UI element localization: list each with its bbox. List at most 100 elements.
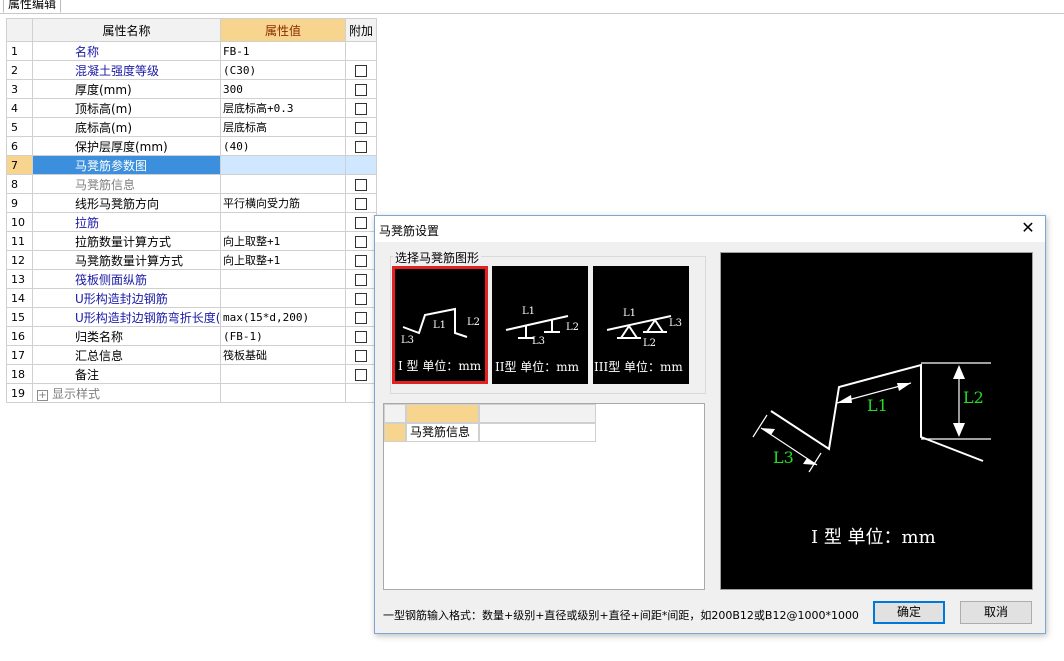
ok-button[interactable]: 确定 (873, 601, 945, 624)
shape-option-type-2[interactable]: L1 L2 L3 II型 单位：mm (492, 266, 588, 384)
property-name-cell[interactable]: U形构造封边钢筋 (32, 288, 221, 308)
property-name-cell[interactable]: 名称 (32, 41, 221, 61)
property-value[interactable]: (40) (220, 136, 346, 156)
extra-checkbox[interactable] (355, 102, 367, 115)
extra-checkbox[interactable] (355, 292, 367, 305)
property-name-cell[interactable]: U形构造封边钢筋弯折长度(mm) (32, 307, 221, 327)
shape-option-type-3[interactable]: L1 L2 L3 III型 单位：mm (593, 266, 689, 384)
grid-row[interactable]: 16 归类名称 (FB-1) (6, 326, 377, 346)
property-value[interactable]: 向上取整+1 (220, 231, 346, 251)
property-value[interactable] (220, 364, 346, 384)
row-number: 7 (6, 155, 33, 175)
property-value[interactable]: max(15*d,200) (220, 307, 346, 327)
header-property-name[interactable]: 属性名称 (32, 18, 221, 42)
extra-checkbox[interactable] (355, 254, 367, 267)
property-name-cell[interactable]: 汇总信息 (32, 345, 221, 365)
grid-row[interactable]: 12 马凳筋数量计算方式 向上取整+1 (6, 250, 377, 270)
extra-checkbox[interactable] (355, 64, 367, 77)
property-name: 底标高(m) (75, 120, 133, 135)
extra-checkbox[interactable] (355, 140, 367, 153)
grid-row[interactable]: 14 U形构造封边钢筋 (6, 288, 377, 308)
extra-checkbox[interactable] (355, 197, 367, 210)
property-name-cell[interactable]: 备注 (32, 364, 221, 384)
extra-checkbox[interactable] (355, 311, 367, 324)
extra-checkbox[interactable] (355, 121, 367, 134)
grid-row[interactable]: 7 马凳筋参数图 (6, 155, 377, 175)
close-icon[interactable]: ✕ (1019, 219, 1037, 237)
property-name-cell[interactable]: 拉筋 (32, 212, 221, 232)
header-property-value[interactable]: 属性值 (220, 18, 346, 42)
extra-checkbox[interactable] (355, 368, 367, 381)
sub-row-index[interactable] (384, 423, 406, 442)
property-name-cell[interactable]: 归类名称 (32, 326, 221, 346)
row-number: 14 (6, 288, 33, 308)
property-value[interactable] (220, 383, 346, 403)
grid-row[interactable]: 10 拉筋 (6, 212, 377, 232)
property-name-cell[interactable]: 保护层厚度(mm) (32, 136, 221, 156)
extra-checkbox[interactable] (355, 349, 367, 362)
shape-group-label: 选择马凳筋图形 (393, 249, 482, 266)
grid-row[interactable]: 11 拉筋数量计算方式 向上取整+1 (6, 231, 377, 251)
sub-header-col1[interactable] (406, 404, 479, 423)
property-name-cell[interactable]: 底标高(m) (32, 117, 221, 137)
grid-row[interactable]: 18 备注 (6, 364, 377, 384)
expand-plus-icon[interactable]: + (37, 389, 48, 401)
property-name-cell[interactable]: 马凳筋数量计算方式 (32, 250, 221, 270)
grid-row[interactable]: 15 U形构造封边钢筋弯折长度(mm)max(15*d,200) (6, 307, 377, 327)
property-value[interactable]: (C30) (220, 60, 346, 80)
sub-header-col2[interactable] (479, 404, 596, 423)
property-name-cell[interactable]: 混凝土强度等级 (32, 60, 221, 80)
property-value[interactable] (220, 288, 346, 308)
property-name-cell[interactable]: 筏板侧面纵筋 (32, 269, 221, 289)
grid-row[interactable]: 3 厚度(mm) 300 (6, 79, 377, 99)
sub-row-value[interactable] (479, 423, 596, 442)
property-name-cell[interactable]: 马凳筋参数图 (32, 155, 221, 175)
tab-property-edit[interactable]: 属性编辑 (3, 0, 62, 13)
property-value[interactable]: 层底标高+0.3 (220, 98, 346, 118)
shape-option-type-1[interactable]: L1 L2 L3 I 型 单位：mm (392, 266, 488, 384)
row-number: 10 (6, 212, 33, 232)
property-value[interactable]: 筏板基础 (220, 345, 346, 365)
extra-checkbox[interactable] (355, 178, 367, 191)
property-name-cell[interactable]: 厚度(mm) (32, 79, 221, 99)
property-name-cell[interactable]: 线形马凳筋方向 (32, 193, 221, 213)
shape2-l3: L3 (532, 336, 545, 347)
app-window: 属性编辑 属性名称 属性值 附加 1 名称 FB-1 2 混凝土强度等级 (C30) 3 厚度… (0, 0, 1064, 661)
property-value[interactable] (220, 155, 346, 175)
property-value[interactable] (220, 174, 346, 194)
property-value[interactable]: 300 (220, 79, 346, 99)
property-value[interactable]: 平行横向受力筋 (220, 193, 346, 213)
grid-row[interactable]: 4 顶标高(m) 层底标高+0.3 (6, 98, 377, 118)
grid-row[interactable]: 2 混凝土强度等级 (C30) (6, 60, 377, 80)
property-name: 筏板侧面纵筋 (75, 272, 148, 287)
property-value[interactable]: 层底标高 (220, 117, 346, 137)
property-value[interactable]: FB-1 (220, 41, 346, 61)
extra-cell (345, 231, 377, 251)
grid-row[interactable]: 1 名称 FB-1 (6, 41, 377, 61)
property-value[interactable] (220, 212, 346, 232)
property-name: 厚度(mm) (75, 82, 132, 97)
grid-row[interactable]: 6 保护层厚度(mm) (40) (6, 136, 377, 156)
grid-row[interactable]: 13 筏板侧面纵筋 (6, 269, 377, 289)
extra-checkbox[interactable] (355, 273, 367, 286)
grid-row[interactable]: 17 汇总信息 筏板基础 (6, 345, 377, 365)
property-value[interactable] (220, 269, 346, 289)
extra-checkbox[interactable] (355, 216, 367, 229)
grid-row[interactable]: 19 + 显示样式 (6, 383, 377, 403)
property-value[interactable]: 向上取整+1 (220, 250, 346, 270)
grid-row[interactable]: 9 线形马凳筋方向 平行横向受力筋 (6, 193, 377, 213)
property-value[interactable]: (FB-1) (220, 326, 346, 346)
shape3-l3: L3 (669, 318, 682, 329)
grid-row[interactable]: 8 马凳筋信息 (6, 174, 377, 194)
property-name-cell[interactable]: + 显示样式 (32, 383, 221, 403)
property-name-cell[interactable]: 拉筋数量计算方式 (32, 231, 221, 251)
cancel-button[interactable]: 取消 (960, 601, 1032, 624)
property-name-cell[interactable]: 马凳筋信息 (32, 174, 221, 194)
extra-cell (345, 174, 377, 194)
grid-row[interactable]: 5 底标高(m) 层底标高 (6, 117, 377, 137)
property-name-cell[interactable]: 顶标高(m) (32, 98, 221, 118)
extra-checkbox[interactable] (355, 330, 367, 343)
extra-checkbox[interactable] (355, 83, 367, 96)
header-extra[interactable]: 附加 (345, 18, 377, 42)
extra-checkbox[interactable] (355, 235, 367, 248)
